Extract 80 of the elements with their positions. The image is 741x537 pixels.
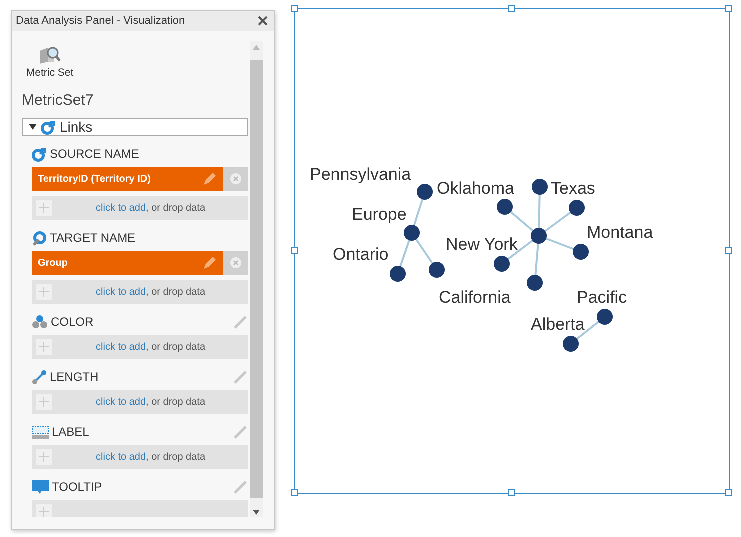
link-icon [32,146,47,162]
scrollbar[interactable] [250,41,263,517]
plus-icon [36,394,52,410]
scroll-down-icon[interactable] [253,510,260,515]
link-icon [41,120,56,134]
metric-set-name: MetricSet7 [22,92,95,109]
section-label: LABEL [52,425,90,439]
resize-handle[interactable] [508,489,515,496]
tooltip-icon [32,480,49,494]
add-link[interactable]: click to add [96,452,146,462]
node-label: California [439,288,511,307]
plus-icon [36,449,52,465]
section-label: LENGTH [50,370,99,384]
plus-icon [36,284,52,300]
drop-hint: click to add, or drop data [96,396,206,408]
panel-title: Data Analysis Panel - Visualization [16,15,186,27]
field-item[interactable]: Group [32,251,223,275]
network-node[interactable] [597,309,613,325]
label-icon [32,426,49,438]
network-node[interactable] [417,184,433,200]
network-node[interactable] [531,228,547,244]
resize-handle[interactable] [291,5,298,12]
plus-icon [36,200,52,216]
drop-hint: click to add, or drop data [96,342,206,352]
line-icon [32,370,47,384]
network-node[interactable] [563,336,579,352]
chart-frame[interactable] [294,8,730,494]
plus-icon [36,339,52,355]
drop-hint: click to add, or drop data [96,452,206,462]
pencil-icon[interactable] [203,172,217,186]
add-link[interactable]: click to add [96,286,146,298]
network-node[interactable] [569,200,585,216]
drop-hint: click to add, or drop data [96,202,206,214]
add-link[interactable]: click to add [96,342,146,352]
target-icon [32,230,47,246]
network-node[interactable] [494,256,510,272]
section-label: COLOR [51,315,94,329]
drop-zone[interactable]: click to add, or drop data [32,445,248,469]
section-label: SOURCE NAME [50,147,140,161]
resize-handle[interactable] [291,247,298,254]
resize-handle[interactable] [725,247,732,254]
drop-zone[interactable]: click to add, or drop data [32,280,248,304]
node-label: Montana [587,223,654,242]
add-link[interactable]: click to add [96,396,146,408]
resize-handle[interactable] [291,489,298,496]
network-node[interactable] [390,266,406,282]
network-node[interactable] [532,179,548,195]
close-icon [230,257,242,269]
network-node[interactable] [429,262,445,278]
node-label: Europe [352,205,407,224]
network-node[interactable] [497,199,513,215]
node-label: Oklahoma [437,179,514,198]
close-icon [230,173,242,185]
network-node[interactable] [527,275,543,291]
resize-handle[interactable] [508,5,515,12]
node-label: Texas [551,179,596,198]
network-node[interactable] [404,225,420,241]
resize-handle[interactable] [725,489,732,496]
resize-handle[interactable] [725,5,732,12]
node-label: Ontario [333,245,389,264]
pencil-icon[interactable] [203,256,217,270]
magnifier-icon [38,45,62,65]
node-label: Pacific [577,288,628,307]
node-label: Alberta [531,315,585,334]
drop-zone[interactable]: click to add, or drop data [32,335,248,359]
section-label: TARGET NAME [50,231,136,245]
plus-icon [36,504,52,517]
links-group-header[interactable]: Links [22,118,248,136]
dots-icon [32,315,48,329]
section-label: TOOLTIP [52,480,102,494]
field-item[interactable]: TerritoryID (Territory ID) [32,167,223,191]
add-link[interactable]: click to add [96,202,146,214]
drop-hint: click to add, or drop data [96,286,206,298]
drop-zone[interactable]: click to add, or drop data [32,196,248,220]
drop-zone[interactable]: click to add, or drop data [32,390,248,414]
network-node[interactable] [573,244,589,260]
node-label: Pennsylvania [310,165,412,184]
node-label: New York [446,235,518,254]
close-button[interactable] [256,14,270,28]
metric-set-button[interactable]: Metric Set [22,45,78,79]
